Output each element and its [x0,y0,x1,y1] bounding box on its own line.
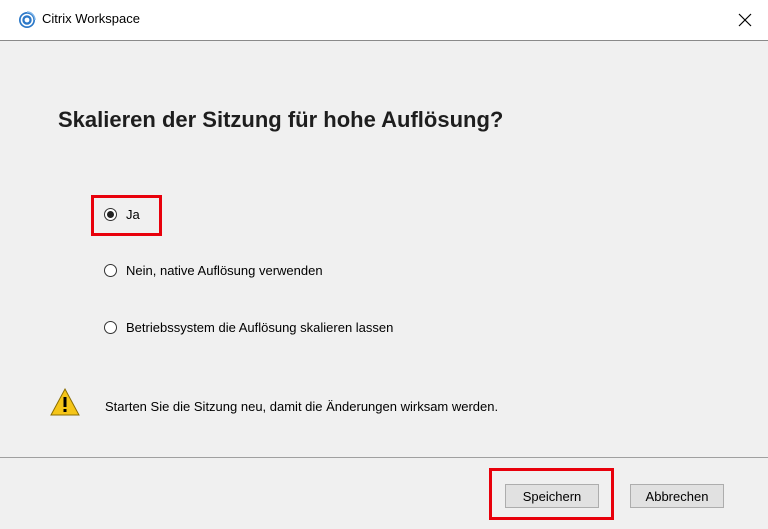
title-bar: Citrix Workspace [0,0,768,41]
dialog-heading: Skalieren der Sitzung für hohe Auflösung… [58,107,504,132]
radio-option-nein[interactable]: Nein, native Auflösung verwenden [104,263,323,278]
radio-label: Nein, native Auflösung verwenden [126,263,323,278]
radio-button[interactable] [104,321,117,334]
dialog-content: Skalieren der Sitzung für hohe Auflösung… [0,41,768,457]
radio-label: Ja [126,207,140,222]
radio-button[interactable] [104,208,117,221]
radio-label: Betriebssystem die Auflösung skalieren l… [126,320,394,335]
radio-option-ja[interactable]: Ja [104,207,140,222]
radio-button[interactable] [104,264,117,277]
save-button[interactable]: Speichern [505,484,599,508]
citrix-logo-icon [19,11,36,28]
radio-option-betriebssystem[interactable]: Betriebssystem die Auflösung skalieren l… [104,320,393,335]
close-button[interactable] [722,0,768,40]
cancel-button[interactable]: Abbrechen [630,484,724,508]
dialog-footer: Speichern Abbrechen [0,458,768,529]
warning-triangle-icon [50,387,80,416]
window-title: Citrix Workspace [42,11,141,26]
warning-message: Starten Sie die Sitzung neu, damit die Ä… [105,399,499,414]
close-icon [738,13,752,27]
